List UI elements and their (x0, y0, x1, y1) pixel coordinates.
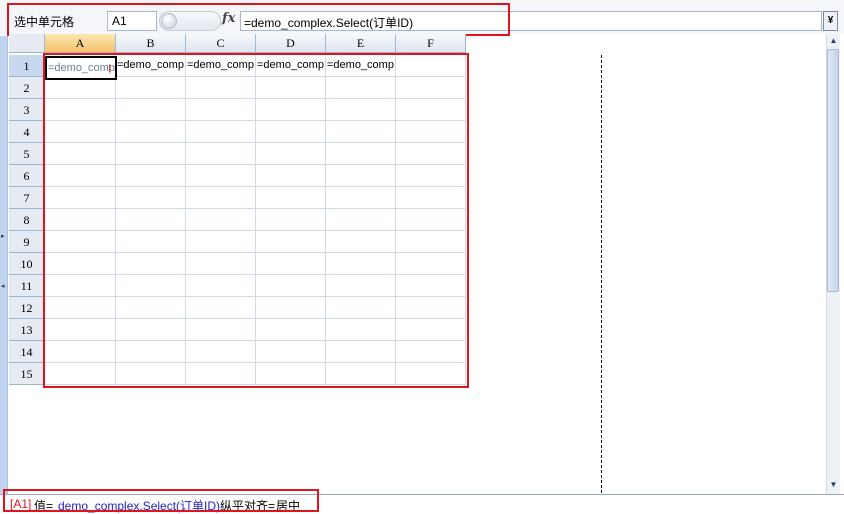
row-header-11[interactable]: 11 (9, 275, 45, 297)
row-header-5[interactable]: 5 (9, 143, 45, 165)
column-header-e[interactable]: E (326, 34, 396, 53)
row-header-8[interactable]: 8 (9, 209, 45, 231)
row-header-12[interactable]: 12 (9, 297, 45, 319)
column-header-a[interactable]: A (45, 34, 116, 53)
row-header-9[interactable]: 9 (9, 231, 45, 253)
row-header-2[interactable]: 2 (9, 77, 45, 99)
scroll-down-icon[interactable]: ▼ (827, 479, 840, 491)
status-highlight-box (3, 489, 319, 512)
row-header-10[interactable]: 10 (9, 253, 45, 275)
formula-expand-button[interactable]: ¥ (823, 11, 838, 31)
select-all-corner[interactable] (9, 34, 45, 53)
row-header-13[interactable]: 13 (9, 319, 45, 341)
page-break-line (601, 55, 602, 493)
column-header-f[interactable]: F (396, 34, 466, 53)
double-chevron-down-icon: ¥ (827, 15, 834, 26)
row-header-14[interactable]: 14 (9, 341, 45, 363)
row-header-6[interactable]: 6 (9, 165, 45, 187)
row-header-1[interactable]: 1 (9, 55, 45, 77)
toolbar-highlight-box (7, 3, 510, 36)
sheet-highlight-box (43, 53, 469, 388)
collapse-left-icon[interactable]: ◂ (1, 282, 5, 290)
scrollbar-thumb[interactable] (827, 49, 839, 292)
scroll-up-icon[interactable]: ▲ (827, 35, 840, 47)
row-header-4[interactable]: 4 (9, 121, 45, 143)
row-header-15[interactable]: 15 (9, 363, 45, 385)
expand-right-icon[interactable]: ▸ (1, 232, 5, 240)
left-panel-splitter[interactable] (0, 36, 8, 494)
row-header-3[interactable]: 3 (9, 99, 45, 121)
column-header-d[interactable]: D (256, 34, 326, 53)
column-header-b[interactable]: B (116, 34, 186, 53)
column-header-c[interactable]: C (186, 34, 256, 53)
row-header-7[interactable]: 7 (9, 187, 45, 209)
